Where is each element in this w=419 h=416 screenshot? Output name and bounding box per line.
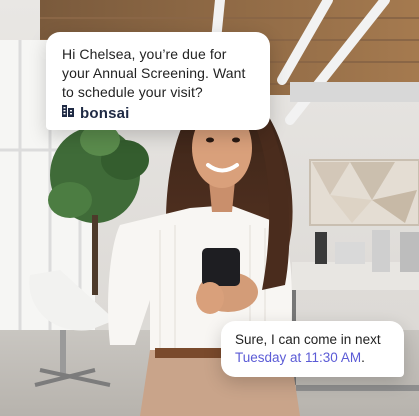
- reply-message-bubble: Sure, I can come in next Tuesday at 11:3…: [221, 321, 404, 377]
- brand-logo: bonsai: [62, 104, 130, 122]
- phone: [202, 248, 240, 286]
- duct: [290, 82, 419, 102]
- reply-text-prefix: Sure, I can come in next: [235, 332, 381, 347]
- reply-text-suffix: .: [361, 350, 365, 365]
- wall-art: [309, 159, 419, 226]
- incoming-message-text: Hi Chelsea, you’re due for your Annual S…: [62, 46, 246, 100]
- incoming-message-bubble: Hi Chelsea, you’re due for your Annual S…: [46, 32, 270, 130]
- reply-message-text: Sure, I can come in next Tuesday at 11:3…: [235, 331, 394, 367]
- building-logo-icon: [62, 104, 74, 122]
- reply-appointment-time: Tuesday at 11:30 AM: [235, 350, 362, 365]
- brand-name: bonsai: [80, 104, 130, 122]
- chat-promo-scene: Hi Chelsea, you’re due for your Annual S…: [0, 0, 419, 416]
